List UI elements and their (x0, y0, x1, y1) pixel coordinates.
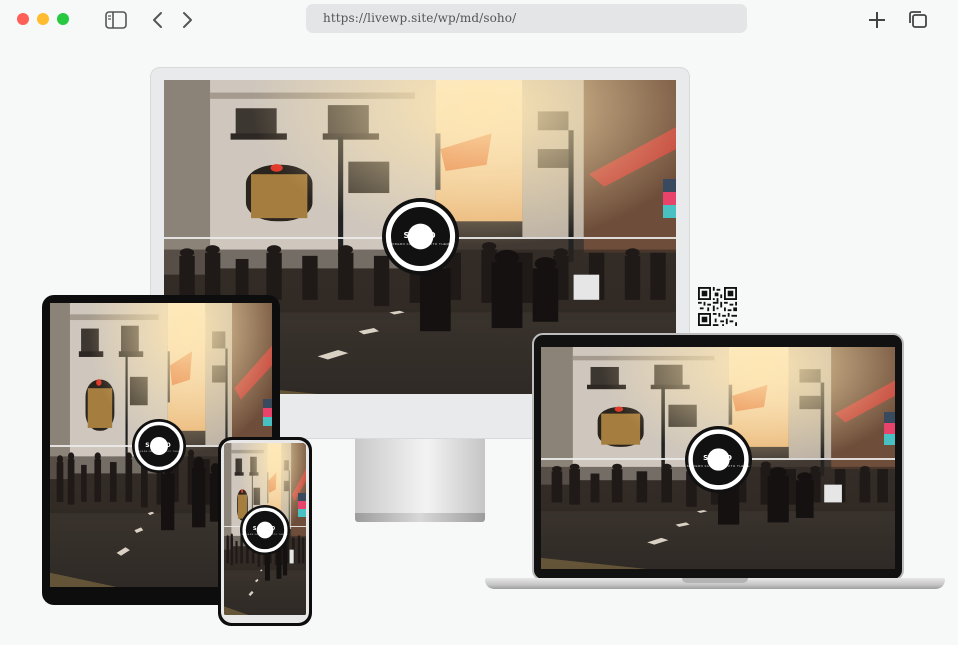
browser-toolbar: https://livewp.site/wp/md/soho/ (0, 0, 958, 42)
soho-logo-badge[interactable]: SOHO MODERN FASHION PHOTO THEME (382, 198, 459, 275)
cart-icon[interactable] (263, 408, 272, 417)
zoom-window-button[interactable] (57, 13, 69, 25)
sidebar-toggle-icon[interactable] (104, 8, 128, 32)
new-tab-plus-icon[interactable] (865, 8, 889, 32)
logo-flower-icon (688, 429, 749, 490)
side-buttons (663, 179, 676, 218)
back-chevron-icon[interactable] (145, 8, 169, 32)
download-icon[interactable] (263, 417, 272, 426)
address-bar[interactable]: https://livewp.site/wp/md/soho/ (306, 4, 747, 33)
laptop-screen: SOHO MODERN FASHION PHOTO THEME (541, 347, 895, 569)
monitor-icon[interactable] (298, 493, 306, 501)
monitor-icon[interactable] (663, 179, 676, 192)
smartphone-screen: SOHO MODERN FASHION PHOTO THEME (224, 443, 306, 615)
download-icon[interactable] (884, 434, 895, 445)
cart-icon[interactable] (663, 192, 676, 205)
soho-logo-badge[interactable]: SOHO MODERN FASHION PHOTO THEME (132, 419, 186, 473)
laptop-trackpad-notch (682, 578, 748, 583)
download-icon[interactable] (663, 205, 676, 218)
soho-logo-badge[interactable]: SOHO MODERN FASHION PHOTO THEME (685, 426, 752, 493)
cart-icon[interactable] (884, 423, 895, 434)
side-buttons (298, 493, 306, 517)
monitor-icon[interactable] (884, 412, 895, 423)
monitor-icon[interactable] (263, 399, 272, 408)
close-window-button[interactable] (17, 13, 29, 25)
side-buttons (263, 399, 272, 426)
minimize-window-button[interactable] (37, 13, 49, 25)
cart-icon[interactable] (298, 501, 306, 509)
tabs-overview-icon[interactable] (906, 8, 930, 32)
logo-flower-icon (385, 201, 456, 272)
logo-flower-icon (242, 507, 288, 553)
side-buttons (884, 412, 895, 445)
qr-code-icon (698, 287, 737, 326)
url-text: https://livewp.site/wp/md/soho/ (323, 11, 517, 25)
soho-logo-badge[interactable]: SOHO MODERN FASHION PHOTO THEME (240, 505, 290, 555)
logo-flower-icon (134, 421, 184, 471)
monitor-stand-neck (355, 439, 485, 515)
forward-chevron-icon[interactable] (176, 8, 200, 32)
download-icon[interactable] (298, 509, 306, 517)
monitor-stand-base (355, 513, 485, 522)
